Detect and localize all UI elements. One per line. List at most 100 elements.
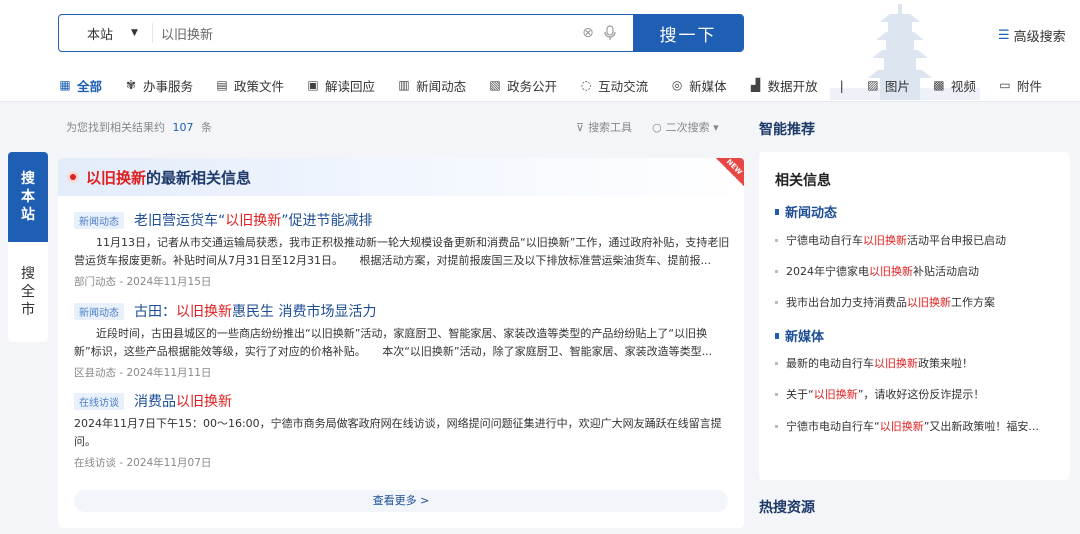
search-button[interactable]: 搜一下 [633,15,743,51]
result-snippet: 近段时间，古田县城区的一些商店纷纷推出“以旧换新”活动，家庭厨卫、智能家居、家装… [74,327,713,358]
related-link[interactable]: 宁德市电动自行车“以旧换新”又出新政策啦！福安... [775,418,1060,434]
title-part: 惠民生 消费市场显活力 [232,304,377,320]
advanced-search-icon: ☰ [998,28,1010,43]
search-tools: ⊽ 搜索工具 ○ 二次搜索 ▾ [576,119,719,135]
service-icon: ✾ [125,78,137,92]
tab-attachments[interactable]: ▭ 附件 [998,76,1042,95]
related-link[interactable]: 宁德电动自行车以旧换新活动平台申报已启动 [775,232,1060,248]
tab-videos[interactable]: ▩ 视频 [932,76,976,95]
tab-label: 互动交流 [598,78,649,94]
search-icon: ○ [652,121,662,134]
link-part: 政策来啦！ [918,357,973,370]
title-part: ”促进节能减排 [281,213,373,229]
tab-public-affairs[interactable]: ▧ 政务公开 [488,76,557,95]
scope-float-nav: 搜 本 站 搜 全 市 [8,152,48,342]
link-part: 工作方案 [951,296,995,309]
bullet-icon [775,300,778,304]
related-link[interactable]: 最新的电动自行车以旧换新政策来啦！ [775,355,1060,371]
result-snippet: 11月13日，记者从市交通运输局获悉，我市正积极推动新一轮大规模设备更新和消费品… [74,236,730,267]
tab-interaction[interactable]: ◌ 互动交流 [579,76,648,95]
tab-separator: | [839,77,844,93]
link-part: 最新的电动自行车 [786,357,874,370]
tab-interpretation[interactable]: ▣ 解读回应 [306,76,375,95]
microphone-icon[interactable] [599,22,621,44]
image-icon: ▨ [867,78,879,92]
tab-open-data[interactable]: ▟ 数据开放 [749,76,818,95]
grid-icon: ▦ [59,78,71,92]
link-part: ”又出新政策啦！福安... [923,420,1039,433]
keyword: 以旧换新 [907,296,951,309]
bullet-icon [775,424,778,428]
result-suffix: 条 [201,121,212,134]
caret-down-icon: ▼ [131,28,138,38]
search-whole-city-button[interactable]: 搜 全 市 [8,242,48,342]
search-tools-button[interactable]: ⊽ 搜索工具 [576,119,632,135]
related-link[interactable]: 我市出台加力支持消费品以旧换新工作方案 [775,294,1060,310]
tab-all[interactable]: ▦ 全部 [58,76,102,95]
bullet-icon [775,238,778,242]
tab-label: 附件 [1016,78,1042,94]
title-part: 老旧营运货车“ [134,213,226,229]
result-count: 为您找到相关结果约 107 条 [66,119,212,135]
news-icon: ▥ [398,78,410,92]
search-input[interactable] [153,15,577,51]
header: 本站 ▼ ⊗ 搜一下 ☰ 高级搜索 ▦ 全部 ✾ 办事服务 ▤ 政策文件 [0,0,1080,102]
tab-news[interactable]: ▥ 新闻动态 [397,76,466,95]
clear-icon[interactable]: ⊗ [577,22,599,44]
scope-label: 本站 [87,27,114,43]
result-item: 新闻动态 老旧营运货车“以旧换新”促进节能减排 11月13日，记者从市交通运输局… [74,210,730,289]
tab-new-media[interactable]: ◎ 新媒体 [670,76,727,95]
filter-icon: ⊽ [576,121,585,134]
keyword: 以旧换新 [879,420,924,433]
char: 搜 [21,171,35,187]
secondary-search-button[interactable]: ○ 二次搜索 ▾ [652,119,719,135]
keyword: 以旧换新 [176,394,232,410]
latest-info-card: 以旧换新的最新相关信息 NEW 新闻动态 老旧营运货车“以旧换新”促进节能减排 … [58,158,744,528]
tab-label: 新媒体 [689,78,727,94]
keyword: 以旧换新 [225,213,282,229]
category-tag: 新闻动态 [74,302,124,320]
video-icon: ▩ [933,78,945,92]
result-meta: 在线访谈 - 2024年11月07日 [74,457,212,469]
related-info-card: 相关信息 新闻动态 宁德电动自行车以旧换新活动平台申报已启动 2024年宁德家电… [759,152,1070,480]
bullet-mark-icon [775,208,779,215]
secondary-search-label: 二次搜索 [665,121,710,134]
char: 本 [21,189,35,205]
tab-policy[interactable]: ▤ 政策文件 [215,76,284,95]
result-title-link[interactable]: 老旧营运货车“以旧换新”促进节能减排 [134,210,373,230]
tab-services[interactable]: ✾ 办事服务 [124,76,193,95]
related-link[interactable]: 关于“以旧换新”，请收好这份反诈提示！ [775,386,1060,402]
advanced-search-link[interactable]: ☰ 高级搜索 [998,26,1066,45]
media-icon: ◎ [671,78,683,92]
tab-images[interactable]: ▨ 图片 [866,76,910,95]
public-doc-icon: ▧ [489,78,501,92]
subheading-label: 新媒体 [785,330,825,345]
keyword: 以旧换新 [86,168,147,187]
result-title-link[interactable]: 古田：以旧换新惠民生 消费市场显活力 [134,301,376,321]
category-tabs: ▦ 全部 ✾ 办事服务 ▤ 政策文件 ▣ 解读回应 ▥ 新闻动态 ▧ 政务公开 ◌ 互动交流 … [58,74,1064,96]
keyword: 以旧换新 [176,304,232,320]
tab-label: 解读回应 [325,78,376,94]
scope-select[interactable]: 本站 ▼ [59,23,153,43]
advanced-search-label: 高级搜索 [1013,30,1066,45]
char: 搜 [21,266,35,282]
tab-label: 政策文件 [234,78,285,94]
result-title-link[interactable]: 消费品以旧换新 [134,391,232,411]
title-part: 古田： [134,304,176,320]
char: 全 [21,284,35,300]
tab-label: 图片 [884,78,910,94]
related-link[interactable]: 2024年宁德家电以旧换新补贴活动启动 [775,263,1060,279]
result-snippet: 2024年11月7日下午15：00～16:00，宁德市商务局做客政府网在线访谈，… [74,417,722,448]
search-this-site-button[interactable]: 搜 本 站 [8,152,48,242]
data-icon: ▟ [751,78,761,92]
caret-down-icon: ▾ [709,121,719,134]
category-tag: 新闻动态 [74,211,124,229]
tab-label: 全部 [77,78,103,94]
link-part: ”，请收好这份反诈提示！ [857,388,985,401]
keyword: 以旧换新 [863,234,907,247]
char: 站 [21,207,35,223]
bullet-mark-icon [775,332,779,339]
link-part: 宁德市电动自行车“ [786,420,880,433]
see-more-button[interactable]: 查看更多 > [74,490,728,512]
link-part: 关于“ [786,388,814,401]
